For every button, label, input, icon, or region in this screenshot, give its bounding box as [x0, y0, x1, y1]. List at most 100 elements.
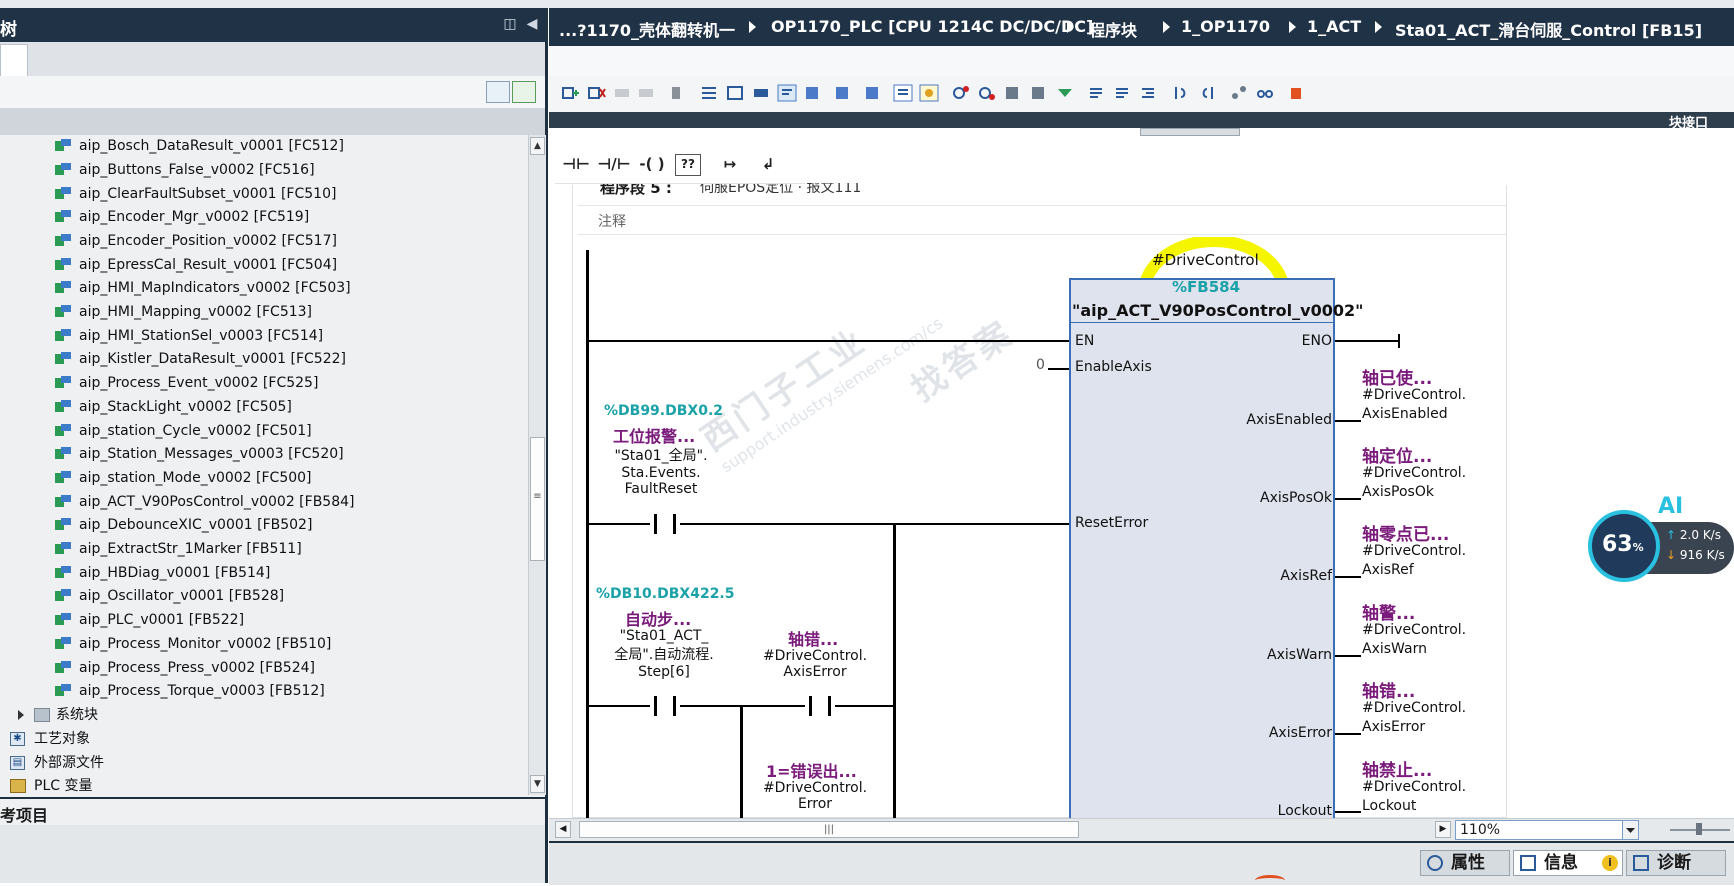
- compare-icon[interactable]: [1029, 84, 1049, 102]
- insert-network-icon[interactable]: [561, 84, 581, 102]
- output-operand[interactable]: #DriveControl.: [1362, 465, 1466, 481]
- network-comment-field[interactable]: 注释: [578, 205, 1506, 235]
- tab-info[interactable]: 信息 i: [1513, 850, 1623, 876]
- chevron-down-icon[interactable]: [1622, 820, 1639, 840]
- close-branch-icon[interactable]: ↲: [751, 151, 785, 177]
- display-mode-icon[interactable]: [833, 84, 853, 102]
- empty-box-icon[interactable]: ??: [675, 154, 701, 176]
- output-operand[interactable]: #DriveControl.: [1362, 622, 1466, 638]
- tree-folder-external-sources[interactable]: ▤ 外部源文件: [10, 752, 104, 774]
- breadcrumb-item-project[interactable]: ...?1170_壳体翻转机一: [559, 17, 735, 41]
- breadcrumb-item-plc[interactable]: OP1170_PLC [CPU 1214C DC/DC/DC]: [771, 17, 1093, 36]
- output-operand[interactable]: #DriveControl.: [1362, 387, 1466, 403]
- collapse-networks-icon[interactable]: [725, 84, 745, 102]
- monitor-icon[interactable]: [1055, 84, 1075, 102]
- collapse-panel-icon[interactable]: ◀: [522, 14, 542, 34]
- breadcrumb-item-subfolder[interactable]: 1_ACT: [1307, 17, 1361, 36]
- list-item[interactable]: aip_HMI_MapIndicators_v0002 [FC503]: [55, 277, 351, 299]
- contact-operand[interactable]: "Sta01_ACT_ 全局".自动流程. Step[6]: [594, 628, 734, 680]
- normally-open-contact-icon[interactable]: ⊣⊢: [559, 151, 593, 177]
- favorites-icon[interactable]: [803, 84, 823, 102]
- reset-start-values-icon[interactable]: [669, 84, 689, 102]
- expand-arrow-icon[interactable]: [18, 710, 24, 720]
- output-operand[interactable]: #DriveControl.: [1362, 543, 1466, 559]
- list-item[interactable]: aip_Buttons_False_v0002 [FC516]: [55, 159, 315, 181]
- absolute-operands-icon[interactable]: [699, 84, 719, 102]
- list-item[interactable]: aip_ACT_V90PosControl_v0002 [FB584]: [55, 491, 354, 513]
- breadcrumb-item-block[interactable]: Sta01_ACT_滑台伺服_Control [FB15]: [1395, 17, 1702, 41]
- network-title-row[interactable]: 程序段 5 : 伺服EPOS定位 · 报文111: [600, 183, 1020, 201]
- contact-operand[interactable]: "Sta01_全局". Sta.Events. FaultReset: [606, 445, 716, 497]
- remove-breakpoint-icon[interactable]: [951, 84, 971, 102]
- list-item[interactable]: aip_ExtractStr_1Marker [FB511]: [55, 538, 302, 560]
- list-item[interactable]: aip_Process_Event_v0002 [FC525]: [55, 372, 318, 394]
- breadcrumb-item-folder[interactable]: 1_OP1170: [1181, 17, 1270, 36]
- list-item[interactable]: aip_ClearFaultSubset_v0001 [FC510]: [55, 183, 336, 205]
- indent-icon[interactable]: [1139, 84, 1159, 102]
- block-interface-bar[interactable]: 块接口: [549, 112, 1734, 131]
- list-item[interactable]: aip_station_Cycle_v0002 [FC501]: [55, 420, 312, 442]
- glasses-monitor-icon[interactable]: [1255, 84, 1275, 102]
- tree-folder-system-blocks[interactable]: 系统块: [16, 704, 98, 726]
- delete-network-icon[interactable]: [587, 84, 607, 102]
- scroll-thumb[interactable]: |||: [579, 821, 1079, 838]
- view-toggle-icon[interactable]: [486, 81, 510, 103]
- instance-icon[interactable]: [1003, 84, 1023, 102]
- scroll-down-icon[interactable]: ▼: [530, 775, 545, 793]
- append-row-icon[interactable]: [637, 84, 657, 102]
- scroll-left-icon[interactable]: ◀: [555, 821, 571, 838]
- list-item[interactable]: aip_EpressCal_Result_v0001 [FC504]: [55, 254, 337, 276]
- network-monitor-widget[interactable]: AI 63% ↑ 2.0 K/s ↓ 916 K/s: [1586, 494, 1734, 582]
- zoom-slider-handle[interactable]: [1696, 823, 1702, 835]
- list-item[interactable]: aip_PLC_v0001 [FB522]: [55, 609, 244, 631]
- call-hierarchy-icon[interactable]: [977, 84, 997, 102]
- zoom-select[interactable]: 110%: [1455, 820, 1639, 840]
- open-branch-icon[interactable]: ↦: [713, 151, 747, 177]
- connection-icon[interactable]: [1229, 84, 1249, 102]
- list-item[interactable]: aip_Process_Monitor_v0002 [FB510]: [55, 633, 331, 655]
- output-operand[interactable]: #DriveControl.: [1362, 779, 1466, 795]
- tab-properties[interactable]: 属性: [1420, 850, 1510, 876]
- tree-folder-plc-tags[interactable]: PLC 变量: [10, 775, 92, 797]
- tag-information-icon[interactable]: [893, 84, 913, 102]
- insert-row-icon[interactable]: [613, 84, 633, 102]
- list-item[interactable]: aip_Oscillator_v0001 [FB528]: [55, 585, 284, 607]
- highlight-icon[interactable]: [919, 84, 939, 102]
- list-item[interactable]: aip_Kistler_DataResult_v0001 [FC522]: [55, 348, 346, 370]
- coil-icon[interactable]: -( ): [635, 151, 669, 177]
- normally-closed-contact-icon[interactable]: ⊣/⊢: [597, 151, 631, 177]
- operand-display-icon[interactable]: [863, 84, 883, 102]
- scroll-up-icon[interactable]: ▲: [530, 137, 545, 155]
- list-item[interactable]: aip_DebounceXIC_v0001 [FB502]: [55, 514, 312, 536]
- contact-operand[interactable]: #DriveControl. Error: [760, 780, 870, 812]
- list-item[interactable]: aip_Station_Messages_v0003 [FC520]: [55, 443, 344, 465]
- list-item[interactable]: aip_HBDiag_v0001 [FB514]: [55, 562, 270, 584]
- tree-tab-devices[interactable]: [0, 44, 28, 77]
- list-item[interactable]: aip_HMI_Mapping_v0002 [FC513]: [55, 301, 312, 323]
- list-item[interactable]: aip_Encoder_Mgr_v0002 [FC519]: [55, 206, 309, 228]
- pin-panel-icon[interactable]: ◫: [500, 14, 520, 34]
- contact-operand[interactable]: #DriveControl. AxisError: [760, 648, 870, 680]
- editor-horizontal-scrollbar[interactable]: ◀ |||: [549, 818, 1434, 841]
- output-operand[interactable]: #DriveControl.: [1362, 700, 1466, 716]
- tree-folder-tech-objects[interactable]: ✱ 工艺对象: [10, 728, 90, 750]
- go-to-previous-error-icon[interactable]: [1087, 84, 1107, 102]
- list-item[interactable]: aip_Bosch_DataResult_v0001 [FC512]: [55, 135, 344, 157]
- list-item[interactable]: aip_Encoder_Position_v0002 [FC517]: [55, 230, 337, 252]
- list-item[interactable]: aip_station_Mode_v0002 [FC500]: [55, 467, 312, 489]
- network-comments-icon[interactable]: [777, 84, 797, 102]
- list-item[interactable]: aip_StackLight_v0002 [FC505]: [55, 396, 292, 418]
- block-lock-icon[interactable]: [1287, 84, 1307, 102]
- tab-diagnostics[interactable]: 诊断: [1626, 850, 1726, 876]
- jump-back-icon[interactable]: [1197, 84, 1217, 102]
- list-item[interactable]: aip_Process_Torque_v0003 [FB512]: [55, 680, 325, 702]
- refresh-icon[interactable]: [512, 81, 536, 103]
- list-item[interactable]: aip_HMI_StationSel_v0003 [FC514]: [55, 325, 323, 347]
- scroll-thumb[interactable]: ≡: [530, 437, 545, 561]
- jump-icon[interactable]: [1171, 84, 1191, 102]
- open-networks-icon[interactable]: [751, 84, 771, 102]
- fb-instance-name[interactable]: #DriveControl: [1152, 251, 1259, 269]
- breadcrumb-item-program-blocks[interactable]: 程序块: [1089, 17, 1137, 41]
- tree-vertical-scrollbar[interactable]: ▲ ≡ ▼: [528, 135, 546, 795]
- enable-axis-value[interactable]: 0: [1036, 357, 1045, 373]
